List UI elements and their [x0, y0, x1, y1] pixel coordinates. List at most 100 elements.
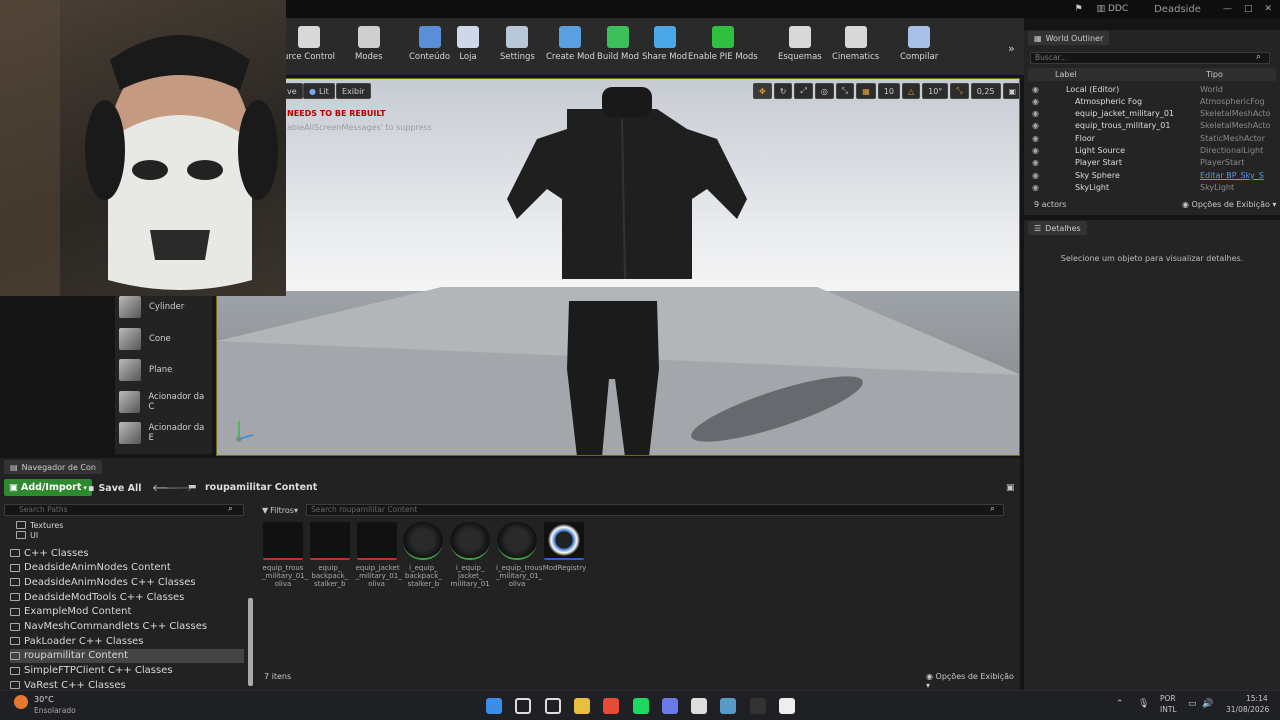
toolbar-overflow-icon[interactable]: »: [1008, 42, 1015, 55]
visibility-icon[interactable]: ◉: [1032, 97, 1046, 106]
task-view-icon[interactable]: [544, 698, 561, 714]
outliner-row[interactable]: ◉ Light Source DirectionalLight: [1028, 145, 1278, 157]
toolbar-button-modes[interactable]: Modes: [355, 22, 383, 74]
outliner-view-options[interactable]: ◉ Opções de Exibição ▾: [1182, 200, 1276, 209]
asset-tile[interactable]: i_equip_ jacket_ military_01: [449, 522, 491, 588]
rotation-snap-value[interactable]: 10°: [922, 83, 949, 99]
visibility-icon[interactable]: ◉: [1032, 146, 1046, 155]
steam-icon[interactable]: [720, 698, 737, 714]
visibility-icon[interactable]: ◉: [1032, 183, 1046, 192]
file-explorer-icon[interactable]: [573, 698, 590, 714]
column-label[interactable]: Label: [1055, 70, 1077, 79]
outliner-row[interactable]: ◉ Local (Editor) World: [1028, 83, 1278, 95]
folder-tree-item[interactable]: C++ Classes: [10, 546, 89, 560]
unreal-engine-icon[interactable]: [779, 698, 795, 714]
start-icon[interactable]: [486, 698, 502, 714]
placement-item[interactable]: Plane: [119, 355, 211, 385]
network-icon[interactable]: ▭: [1188, 699, 1197, 709]
rotate-icon[interactable]: ↻: [773, 83, 793, 99]
folder-tree-item[interactable]: UI: [16, 528, 38, 542]
outliner-row[interactable]: ◉ Player Start PlayerStart: [1028, 157, 1278, 169]
surface-snap-icon[interactable]: ⤡: [835, 83, 855, 99]
grid-snap-value[interactable]: 10: [877, 83, 900, 99]
add-import-button[interactable]: ▣ Add/Import ▾: [4, 479, 92, 496]
visibility-icon[interactable]: ◉: [1032, 85, 1046, 94]
outliner-row[interactable]: ◉ Floor StaticMeshActor: [1028, 132, 1278, 144]
asset-tile[interactable]: equip_jacket _military_01_ oliva: [356, 522, 402, 588]
camera-speed-icon[interactable]: ▣: [1002, 83, 1019, 99]
weather-desc[interactable]: Ensolarado: [34, 706, 76, 715]
toolbar-button-settings[interactable]: Settings: [500, 22, 535, 74]
grid-snap-icon[interactable]: ▦: [856, 83, 876, 99]
save-all-button[interactable]: ▪ Save All: [88, 480, 142, 496]
scale-snap-icon[interactable]: ⤡: [950, 83, 969, 99]
discord-icon[interactable]: [661, 698, 678, 714]
search-icon[interactable]: [515, 698, 532, 714]
rotation-snap-icon[interactable]: △: [901, 83, 921, 99]
folder-tree-item[interactable]: roupamilitar Content: [10, 648, 244, 663]
visibility-icon[interactable]: ◉: [1032, 134, 1046, 143]
filters-button[interactable]: ▼ Filtros ▾: [262, 504, 298, 516]
search-paths-input[interactable]: Search Paths: [4, 504, 244, 516]
folder-tree-item[interactable]: SimpleFTPClient C++ Classes: [10, 664, 173, 678]
toolbar-button-source-control[interactable]: urce Control: [283, 22, 335, 74]
maximize-button[interactable]: □: [1244, 4, 1253, 14]
tab-details[interactable]: ☰ Detalhes: [1028, 221, 1087, 235]
column-type[interactable]: Tipo: [1206, 70, 1223, 79]
close-button[interactable]: ✕: [1264, 4, 1272, 14]
world-local-icon[interactable]: ◎: [814, 83, 834, 99]
breadcrumb[interactable]: roupamilitar Content: [205, 482, 317, 493]
outliner-row[interactable]: ◉ equip_trous_military_01 SkeletalMeshActo: [1028, 120, 1278, 132]
asset-tile[interactable]: ModRegistry: [543, 522, 586, 572]
tab-content-browser[interactable]: ▤ Navegador de Con: [4, 460, 102, 474]
toolbar-button-create-mod[interactable]: Create Mod: [546, 22, 595, 74]
keyboard-layout[interactable]: INTL: [1160, 705, 1177, 714]
weather-icon[interactable]: [14, 695, 28, 709]
volume-icon[interactable]: 🔊: [1202, 699, 1213, 709]
placement-item[interactable]: Acionador da C: [119, 387, 211, 417]
weather-temp[interactable]: 30°C: [34, 695, 54, 704]
asset-tile[interactable]: equip_ backpack_ stalker_b: [309, 522, 351, 588]
asset-tile[interactable]: i_equip_ backpack_ stalker_b: [402, 522, 444, 588]
language-code[interactable]: POR: [1160, 694, 1176, 703]
folder-tree-item[interactable]: NavMeshCommandlets C++ Classes: [10, 620, 207, 634]
outliner-row[interactable]: ◉ Sky Sphere Editar BP_Sky_S: [1028, 169, 1278, 181]
folder-tree-item[interactable]: PakLoader C++ Classes: [10, 634, 144, 648]
ddc-indicator[interactable]: ▥ DDC: [1097, 4, 1129, 14]
notification-icon[interactable]: ⚑: [1074, 4, 1082, 14]
translate-icon[interactable]: ✥: [753, 83, 772, 99]
visibility-icon[interactable]: ◉: [1032, 171, 1046, 180]
spotify-icon[interactable]: [632, 698, 649, 714]
visibility-icon[interactable]: ◉: [1032, 158, 1046, 167]
tree-scrollbar[interactable]: [248, 598, 253, 686]
toolbar-button-compile[interactable]: Compilar: [900, 22, 938, 74]
toolbar-button-store[interactable]: Loja: [457, 22, 479, 74]
microphone-icon[interactable]: 🎙: [1138, 699, 1149, 709]
asset-tile[interactable]: i_equip_trous _military_01_ oliva: [496, 522, 542, 588]
tab-world-outliner[interactable]: ▦ World Outliner: [1028, 31, 1110, 45]
lock-icon[interactable]: ▣: [1006, 483, 1015, 493]
toolbar-button-enable-pie[interactable]: Enable PIE Mods: [688, 22, 758, 74]
outliner-row[interactable]: ◉ Atmospheric Fog AtmosphericFog: [1028, 95, 1278, 107]
toolbar-button-blueprints[interactable]: Esquemas: [778, 22, 822, 74]
asset-search-input[interactable]: Search roupamilitar Content: [306, 504, 1004, 516]
placement-item[interactable]: Cylinder: [119, 292, 211, 322]
chrome-icon[interactable]: [603, 698, 620, 714]
folder-tree-item[interactable]: DeadsideAnimNodes Content: [10, 561, 171, 575]
placement-item[interactable]: Cone: [119, 324, 211, 354]
lit-button[interactable]: ● Lit: [303, 83, 335, 99]
content-view-options[interactable]: ◉ Opções de Exibição ▾: [926, 672, 1020, 690]
toolbar-button-cinematics[interactable]: Cinematics: [832, 22, 879, 74]
folder-tree-item[interactable]: DeadsideModTools C++ Classes: [10, 590, 184, 604]
visibility-icon[interactable]: ◉: [1032, 109, 1046, 118]
tray-chevron-icon[interactable]: ⌃: [1116, 699, 1124, 709]
outliner-row[interactable]: ◉ equip_jacket_military_01 SkeletalMeshAct…: [1028, 108, 1278, 120]
toolbar-button-content[interactable]: Conteúdo: [409, 22, 450, 74]
terminal-icon[interactable]: [749, 698, 766, 714]
scale-icon[interactable]: ⤢: [794, 83, 813, 99]
visibility-icon[interactable]: ◉: [1032, 121, 1046, 130]
scale-snap-value[interactable]: 0,25: [970, 83, 1001, 99]
toolbar-button-share-mod[interactable]: Share Mod: [642, 22, 687, 74]
asset-tile[interactable]: equip_trous _military_01_ oliva: [262, 522, 308, 588]
clock-date[interactable]: 31/08/2026: [1226, 705, 1269, 714]
